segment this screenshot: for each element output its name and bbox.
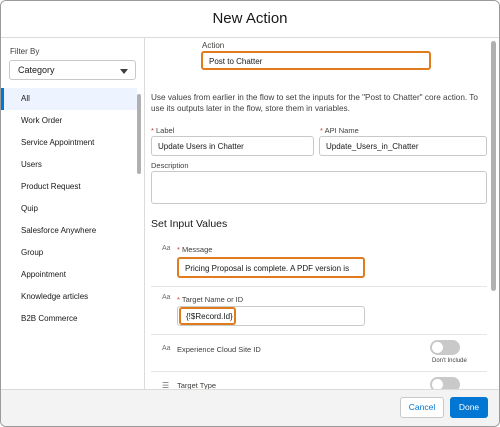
label-field[interactable]: Update Users in Chatter bbox=[151, 136, 314, 156]
sidebar-item-work-order[interactable]: Work Order bbox=[1, 110, 137, 132]
sidebar-item-quip[interactable]: Quip bbox=[1, 198, 137, 220]
divider bbox=[151, 371, 487, 372]
action-description-text: Use values from earlier in the flow to s… bbox=[151, 93, 478, 113]
sidebar-item-knowledge-articles[interactable]: Knowledge articles bbox=[1, 286, 137, 308]
description-field-label: Description bbox=[151, 161, 189, 170]
action-label: Action bbox=[202, 41, 225, 50]
message-value: Pricing Proposal is complete. A PDF vers… bbox=[185, 264, 350, 273]
required-mark: * bbox=[320, 126, 323, 135]
chevron-down-icon bbox=[120, 69, 128, 74]
label-field-value: Update Users in Chatter bbox=[158, 142, 244, 151]
message-label: * Message bbox=[177, 245, 212, 254]
sidebar-item-b2b-commerce[interactable]: B2B Commerce bbox=[1, 308, 137, 330]
required-mark: * bbox=[151, 126, 154, 135]
target-name-label-text: Target Name or ID bbox=[181, 295, 244, 304]
label-field-label-text: Label bbox=[156, 126, 175, 135]
text-type-icon: Aa bbox=[162, 245, 171, 252]
api-name-label: * API Name bbox=[320, 126, 359, 135]
divider bbox=[151, 334, 487, 335]
action-input[interactable]: Post to Chatter bbox=[201, 51, 431, 70]
experience-site-toggle[interactable] bbox=[430, 340, 460, 355]
modal-header: New Action bbox=[1, 1, 499, 38]
target-name-input[interactable]: {!$Record.Id} bbox=[179, 307, 236, 325]
required-mark: * bbox=[177, 245, 180, 254]
sidebar-item-salesforce-anywhere[interactable]: Salesforce Anywhere bbox=[1, 220, 137, 242]
action-form: Action Post to Chatter Use values from e… bbox=[145, 38, 499, 392]
divider bbox=[151, 286, 487, 287]
done-button[interactable]: Done bbox=[450, 397, 488, 418]
category-sidebar: Filter By Category All Work Order Servic… bbox=[1, 38, 145, 389]
experience-cloud-site-id-label: Experience Cloud Site ID bbox=[177, 345, 261, 354]
target-name-value: {!$Record.Id} bbox=[186, 312, 233, 321]
modal-title: New Action bbox=[212, 10, 288, 27]
text-type-icon: Aa bbox=[162, 294, 171, 301]
label-field-label: * Label bbox=[151, 126, 174, 135]
api-name-value: Update_Users_in_Chatter bbox=[326, 142, 419, 151]
required-mark: * bbox=[177, 295, 180, 304]
description-field[interactable] bbox=[151, 171, 487, 204]
sidebar-item-all[interactable]: All bbox=[1, 88, 137, 110]
filter-by-select[interactable]: Category bbox=[9, 60, 136, 80]
sidebar-item-appointment[interactable]: Appointment bbox=[1, 264, 137, 286]
sidebar-item-service-appointment[interactable]: Service Appointment bbox=[1, 132, 137, 154]
modal-footer: Cancel Done bbox=[1, 389, 499, 426]
action-value: Post to Chatter bbox=[209, 57, 263, 66]
api-name-field[interactable]: Update_Users_in_Chatter bbox=[319, 136, 487, 156]
message-label-text: Message bbox=[182, 245, 213, 254]
new-action-modal: New Action Filter By Category All Work O… bbox=[0, 0, 500, 427]
message-input[interactable]: Pricing Proposal is complete. A PDF vers… bbox=[177, 257, 365, 278]
filter-by-value: Category bbox=[18, 65, 55, 75]
target-name-label: * Target Name or ID bbox=[177, 295, 243, 304]
filter-by-label: Filter By bbox=[10, 47, 40, 56]
sidebar-scrollbar[interactable] bbox=[137, 94, 141, 174]
sidebar-item-product-request[interactable]: Product Request bbox=[1, 176, 137, 198]
set-input-values-heading: Set Input Values bbox=[151, 218, 228, 230]
content-scrollbar[interactable] bbox=[491, 41, 496, 291]
cancel-button[interactable]: Cancel bbox=[400, 397, 444, 418]
api-name-label-text: API Name bbox=[324, 126, 359, 135]
category-list: All Work Order Service Appointment Users… bbox=[1, 88, 137, 330]
text-type-icon: Aa bbox=[162, 345, 171, 352]
sidebar-item-users[interactable]: Users bbox=[1, 154, 137, 176]
toggle-caption: Don't Include bbox=[432, 358, 467, 364]
sidebar-item-group[interactable]: Group bbox=[1, 242, 137, 264]
toggle-knob bbox=[432, 342, 443, 353]
